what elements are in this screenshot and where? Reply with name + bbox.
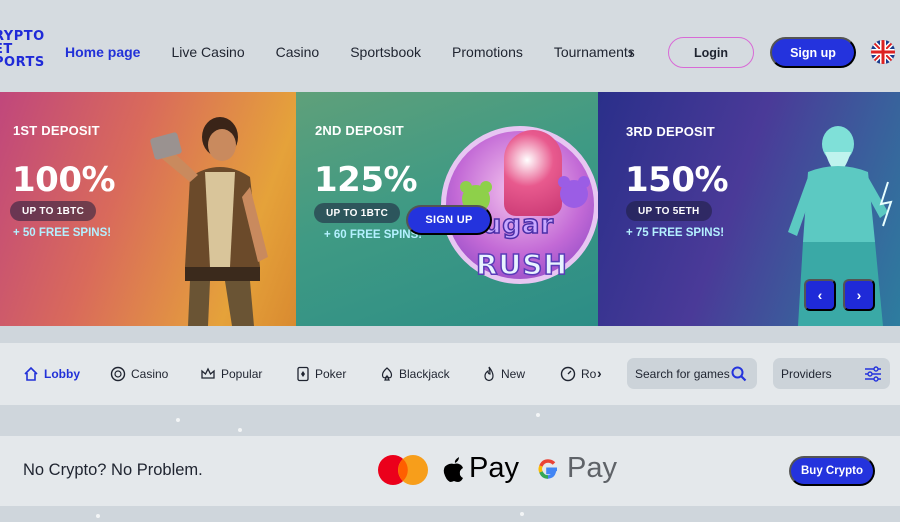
main-nav: Home page Live Casino Casino Sportsbook …: [65, 44, 666, 60]
game-title-rush: RUSH: [475, 247, 568, 282]
banner-1-percent: 100%: [12, 160, 116, 200]
uk-flag-icon[interactable]: [871, 40, 895, 64]
crown-icon: [201, 367, 215, 379]
providers-filter[interactable]: Providers: [773, 358, 890, 389]
banner-2-spins: + 60 FREE SPINS!: [324, 229, 423, 241]
category-poker[interactable]: Poker: [296, 366, 346, 382]
banner-3-percent: 150%: [625, 160, 729, 200]
login-button[interactable]: Login: [668, 37, 754, 68]
spade-icon: [381, 367, 393, 381]
apple-icon: [443, 456, 463, 482]
apple-pay-text: Pay: [469, 452, 519, 484]
category-casino[interactable]: Casino: [110, 366, 168, 382]
promo-banner-3[interactable]: 3RD DEPOSIT 150% UP TO 5ETH + 75 FREE SP…: [598, 92, 900, 326]
signup-button[interactable]: Sign up: [770, 37, 856, 68]
promo-banner-2[interactable]: Sugar RUSH 2ND DEPOSIT 125% UP TO 1BTC +…: [296, 92, 598, 326]
category-roulette[interactable]: Ro: [560, 366, 596, 382]
chip-icon: [110, 366, 126, 382]
carousel-prev-button[interactable]: ‹: [804, 279, 836, 311]
apple-pay-logo: Pay: [442, 452, 519, 485]
logo[interactable]: RYPTO ET PORTS: [0, 30, 54, 69]
category-label: Popular: [221, 367, 263, 381]
category-label: Lobby: [44, 367, 80, 381]
nav-casino[interactable]: Casino: [276, 44, 320, 60]
adventurer-illustration: [150, 117, 268, 326]
nav-live-casino[interactable]: Live Casino: [171, 44, 244, 60]
google-pay-text: Pay: [567, 452, 617, 484]
nav-sportsbook[interactable]: Sportsbook: [350, 44, 421, 60]
category-label: New: [501, 367, 526, 381]
banner-3-spins: + 75 FREE SPINS!: [626, 227, 725, 239]
header: RYPTO ET PORTS Home page Live Casino Cas…: [0, 0, 900, 92]
banner-2-pill: UP TO 1BTC: [314, 203, 401, 223]
banner-1-label: 1ST DEPOSIT: [13, 123, 100, 138]
google-g-icon: [538, 458, 557, 479]
banner-3-pill: UP TO 5ETH: [626, 201, 712, 221]
no-crypto-text: No Crypto? No Problem.: [23, 461, 203, 479]
nav-promotions[interactable]: Promotions: [452, 44, 523, 60]
search-icon[interactable]: [731, 366, 747, 382]
banner-1-spins: + 50 FREE SPINS!: [13, 227, 112, 239]
category-more-chevron-icon[interactable]: ›: [597, 365, 602, 381]
filter-sliders-icon: [865, 365, 881, 382]
search-box: [627, 358, 757, 389]
banner-3-label: 3RD DEPOSIT: [626, 124, 715, 139]
category-bar: Lobby Casino Popular Poker Blackjack New…: [0, 343, 900, 405]
category-blackjack[interactable]: Blackjack: [380, 366, 450, 382]
category-label: Blackjack: [399, 367, 450, 381]
promo-carousel[interactable]: 1ST DEPOSIT 100% UP TO 1BTC + 50 FREE SP…: [0, 92, 900, 326]
banner-signup-button[interactable]: SIGN UP: [406, 205, 492, 235]
banner-2-label: 2ND DEPOSIT: [315, 123, 404, 138]
card-icon: [297, 366, 309, 382]
roulette-icon: [560, 366, 576, 382]
gummy-bear-icon: [558, 176, 590, 208]
flame-icon: [484, 366, 494, 382]
category-label: Poker: [315, 367, 347, 381]
category-label: Ro: [581, 367, 597, 381]
zeus-illustration: [788, 126, 893, 326]
category-new[interactable]: New: [482, 366, 525, 382]
mastercard-icon: [378, 455, 428, 485]
providers-label: Providers: [781, 366, 832, 381]
logo-line-3: PORTS: [0, 55, 45, 70]
banner-1-pill: UP TO 1BTC: [10, 201, 97, 221]
search-input[interactable]: [635, 366, 731, 381]
buy-crypto-bar: No Crypto? No Problem. Pay Pay Buy Crypt…: [0, 436, 900, 506]
carousel-next-button[interactable]: ›: [843, 279, 875, 311]
google-pay-logo: Pay: [535, 452, 617, 485]
home-icon: [24, 366, 38, 381]
category-lobby[interactable]: Lobby: [23, 366, 80, 382]
nav-more-chevron-icon[interactable]: ›: [629, 44, 634, 60]
banner-2-percent: 125%: [314, 160, 418, 200]
nav-home-page[interactable]: Home page: [65, 44, 140, 60]
nav-tournaments[interactable]: Tournaments: [554, 44, 635, 60]
buy-crypto-button[interactable]: Buy Crypto: [789, 456, 875, 486]
promo-banner-1[interactable]: 1ST DEPOSIT 100% UP TO 1BTC + 50 FREE SP…: [0, 92, 296, 326]
category-label: Casino: [131, 367, 169, 381]
category-popular[interactable]: Popular: [200, 366, 262, 382]
